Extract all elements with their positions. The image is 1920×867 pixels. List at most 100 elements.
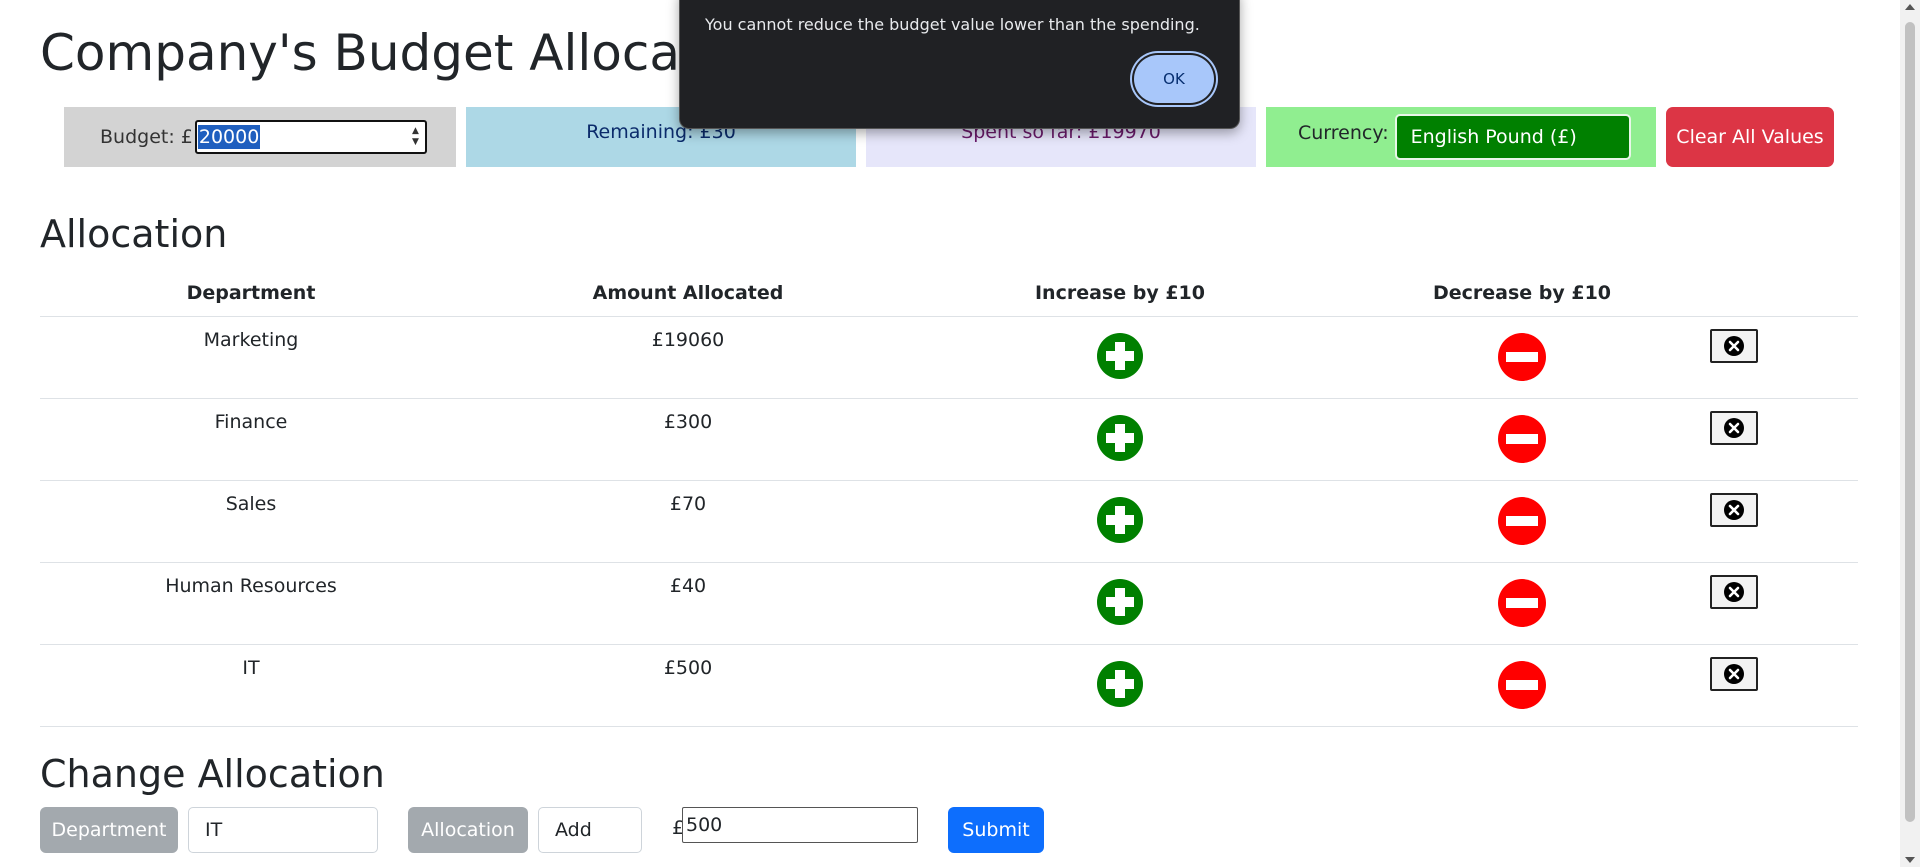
department-name: Sales: [225, 493, 277, 515]
x-circle-icon: [1724, 336, 1744, 356]
amount-cell: £70: [462, 480, 914, 563]
minus-circle-icon: [1498, 661, 1546, 714]
table-row: Sales £70: [40, 480, 1858, 563]
alert-ok-button[interactable]: OK: [1134, 55, 1214, 103]
delete-cell: [1710, 398, 1858, 481]
vertical-scrollbar[interactable]: [1900, 0, 1920, 867]
scroll-up-icon[interactable]: [1905, 4, 1915, 10]
decrease-cell: [1326, 480, 1718, 563]
decrease-cell: [1326, 398, 1718, 481]
delete-button[interactable]: [1710, 575, 1758, 609]
delete-cell: [1710, 316, 1858, 399]
increase-cell: [914, 644, 1326, 727]
amount-cell: £300: [462, 398, 914, 481]
budget-label: Budget: £: [100, 126, 193, 148]
scrollbar-thumb[interactable]: [1905, 22, 1915, 822]
header-delete: [1718, 270, 1858, 317]
decrease-cell: [1326, 644, 1718, 727]
spin-down-icon[interactable]: ▼: [412, 137, 419, 148]
change-allocation-heading: Change Allocation: [40, 752, 385, 796]
delete-button[interactable]: [1710, 493, 1758, 527]
alert-dialog: You cannot reduce the budget value lower…: [679, 0, 1240, 129]
amount-value: £300: [663, 411, 713, 433]
department-cell: IT: [40, 644, 462, 727]
budget-input[interactable]: 20000 ▲ ▼: [194, 120, 427, 154]
delete-cell: [1710, 562, 1858, 645]
amount-value: £40: [669, 575, 707, 597]
plus-circle-icon: [1097, 497, 1143, 548]
increase-button[interactable]: [1097, 579, 1143, 630]
amount-cell: £500: [462, 644, 914, 727]
department-cell: Sales: [40, 480, 462, 563]
budget-spinner[interactable]: ▲ ▼: [412, 126, 419, 148]
increase-cell: [914, 480, 1326, 563]
department-select[interactable]: IT: [188, 807, 378, 853]
department-name: IT: [242, 657, 260, 679]
decrease-cell: [1326, 316, 1718, 399]
delete-button[interactable]: [1710, 657, 1758, 691]
currency-label: Currency:: [1298, 122, 1389, 144]
decrease-button[interactable]: [1498, 415, 1546, 468]
increase-cell: [914, 562, 1326, 645]
amount-value: £70: [669, 493, 707, 515]
header-decrease: Decrease by £10: [1326, 270, 1718, 317]
change-allocation-form: Department IT Allocation Add £ 500 Submi…: [40, 807, 1440, 853]
submit-button[interactable]: Submit: [948, 807, 1044, 853]
minus-circle-icon: [1498, 579, 1546, 632]
department-name: Human Resources: [165, 575, 337, 597]
increase-cell: [914, 316, 1326, 399]
increase-button[interactable]: [1097, 661, 1143, 712]
page-title: Company's Budget Allocation: [40, 24, 776, 82]
decrease-button[interactable]: [1498, 333, 1546, 386]
increase-cell: [914, 398, 1326, 481]
delete-button[interactable]: [1710, 411, 1758, 445]
minus-circle-icon: [1498, 497, 1546, 550]
table-row: IT £500: [40, 644, 1858, 727]
increase-button[interactable]: [1097, 497, 1143, 548]
table-row: Human Resources £40: [40, 562, 1858, 645]
plus-circle-icon: [1097, 579, 1143, 630]
allocation-table: Department Amount Allocated Increase by …: [40, 270, 1858, 727]
x-circle-icon: [1724, 582, 1744, 602]
increase-button[interactable]: [1097, 333, 1143, 384]
department-cell: Finance: [40, 398, 462, 481]
amount-cell: £19060: [462, 316, 914, 399]
allocation-label: Allocation: [408, 807, 528, 853]
amount-cell: £40: [462, 562, 914, 645]
action-select[interactable]: Add: [538, 807, 642, 853]
spin-up-icon[interactable]: ▲: [412, 126, 419, 137]
decrease-button[interactable]: [1498, 579, 1546, 632]
decrease-button[interactable]: [1498, 661, 1546, 714]
delete-cell: [1710, 480, 1858, 563]
delete-button[interactable]: [1710, 329, 1758, 363]
x-circle-icon: [1724, 664, 1744, 684]
amount-input[interactable]: 500: [682, 807, 918, 843]
clear-all-button[interactable]: Clear All Values: [1666, 107, 1834, 167]
table-row: Finance £300: [40, 398, 1858, 481]
minus-circle-icon: [1498, 415, 1546, 468]
budget-value: 20000: [197, 125, 261, 149]
department-label: Department: [40, 807, 178, 853]
currency-box: Currency: English Pound (£): [1266, 107, 1656, 167]
delete-cell: [1710, 644, 1858, 727]
scroll-down-icon[interactable]: [1905, 857, 1915, 863]
table-row: Marketing £19060: [40, 316, 1858, 399]
x-circle-icon: [1724, 418, 1744, 438]
increase-button[interactable]: [1097, 415, 1143, 466]
alert-message: You cannot reduce the budget value lower…: [705, 15, 1200, 34]
minus-circle-icon: [1498, 333, 1546, 386]
amount-value: £500: [663, 657, 713, 679]
decrease-cell: [1326, 562, 1718, 645]
header-amount: Amount Allocated: [462, 270, 914, 317]
header-increase: Increase by £10: [914, 270, 1326, 317]
x-circle-icon: [1724, 500, 1744, 520]
department-cell: Human Resources: [40, 562, 462, 645]
header-department: Department: [40, 270, 462, 317]
currency-select[interactable]: English Pound (£): [1394, 114, 1631, 160]
department-name: Finance: [214, 411, 288, 433]
amount-value: £19060: [651, 329, 725, 351]
department-name: Marketing: [203, 329, 299, 351]
department-cell: Marketing: [40, 316, 462, 399]
decrease-button[interactable]: [1498, 497, 1546, 550]
plus-circle-icon: [1097, 333, 1143, 384]
